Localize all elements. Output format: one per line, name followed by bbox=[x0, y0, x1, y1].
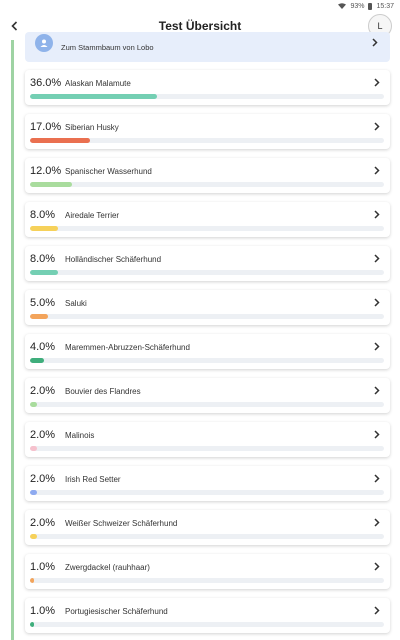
breed-name: Holländischer Schäferhund bbox=[65, 255, 162, 264]
stammbaum-label: Zum Stammbaum von Lobo bbox=[61, 42, 154, 52]
chevron-right-icon bbox=[373, 253, 381, 263]
breed-progress-fill bbox=[30, 314, 48, 319]
page-title: Test Übersicht bbox=[158, 19, 242, 33]
breed-progress-track bbox=[30, 622, 384, 627]
breed-card[interactable]: 36.0% Alaskan Malamute bbox=[25, 70, 390, 105]
breed-progress-fill bbox=[30, 578, 34, 583]
breed-progress-fill bbox=[30, 446, 38, 451]
breed-progress-track bbox=[30, 578, 384, 583]
breed-name: Saluki bbox=[65, 299, 87, 308]
chevron-right-icon bbox=[373, 605, 381, 615]
breed-progress-track bbox=[30, 182, 384, 187]
breed-percent: 17.0% bbox=[30, 121, 62, 133]
chevron-right-icon bbox=[373, 297, 381, 307]
breed-progress-track bbox=[30, 138, 384, 143]
clock: 15:37 bbox=[376, 2, 394, 10]
breed-name: Weißer Schweizer Schäferhund bbox=[65, 519, 178, 528]
breed-percent: 8.0% bbox=[30, 209, 56, 221]
stammbaum-link[interactable]: Zum Stammbaum von Lobo bbox=[25, 32, 390, 62]
chevron-right-icon bbox=[373, 561, 381, 571]
chevron-right-icon bbox=[373, 77, 381, 87]
breed-progress-track bbox=[30, 490, 384, 495]
breed-percent: 2.0% bbox=[30, 473, 56, 485]
breed-percent: 4.0% bbox=[30, 341, 56, 353]
breed-percent: 12.0% bbox=[30, 165, 62, 177]
breed-card[interactable]: 1.0% Portugiesischer Schäferhund bbox=[25, 598, 390, 633]
breed-name: Zwergdackel (rauhhaar) bbox=[65, 563, 150, 572]
timeline-line bbox=[11, 40, 14, 640]
breed-name: Malinois bbox=[65, 431, 95, 440]
breed-percent: 2.0% bbox=[30, 517, 56, 529]
breed-progress-track bbox=[30, 270, 384, 275]
breed-name: Portugiesischer Schäferhund bbox=[65, 607, 168, 616]
breed-card[interactable]: 8.0% Airedale Terrier bbox=[25, 202, 390, 237]
battery-percent: 93% bbox=[350, 2, 365, 10]
breed-progress-fill bbox=[30, 534, 38, 539]
breed-name: Spanischer Wasserhund bbox=[65, 167, 152, 176]
breed-name: Alaskan Malamute bbox=[65, 79, 131, 88]
breed-progress-fill bbox=[30, 490, 38, 495]
breed-progress-track bbox=[30, 534, 384, 539]
chevron-right-icon bbox=[373, 473, 381, 483]
chevron-right-icon bbox=[372, 38, 378, 47]
family-tree-icon bbox=[35, 34, 53, 52]
chevron-right-icon bbox=[373, 121, 381, 131]
breed-progress-fill bbox=[30, 270, 59, 275]
chevron-right-icon bbox=[373, 385, 381, 395]
breed-percent: 36.0% bbox=[30, 77, 62, 89]
breed-progress-track bbox=[30, 94, 384, 99]
breed-percent: 5.0% bbox=[30, 297, 56, 309]
chevron-right-icon bbox=[373, 341, 381, 351]
back-button[interactable] bbox=[8, 20, 20, 32]
chevron-left-icon bbox=[10, 21, 17, 31]
breed-progress-fill bbox=[30, 226, 59, 231]
breed-card[interactable]: 5.0% Saluki bbox=[25, 290, 390, 325]
breed-name: Bouvier des Flandres bbox=[65, 387, 141, 396]
breed-progress-fill bbox=[30, 138, 91, 143]
chevron-right-icon bbox=[373, 165, 381, 175]
chevron-right-icon bbox=[373, 209, 381, 219]
breed-name: Irish Red Setter bbox=[65, 475, 121, 484]
breed-name: Maremmen-Abruzzen-Schäferhund bbox=[65, 343, 190, 352]
breed-progress-track bbox=[30, 446, 384, 451]
battery-icon bbox=[368, 2, 373, 10]
breed-progress-track bbox=[30, 226, 384, 231]
breed-percent: 1.0% bbox=[30, 605, 56, 617]
breed-percent: 2.0% bbox=[30, 385, 56, 397]
breed-card[interactable]: 1.0% Zwergdackel (rauhhaar) bbox=[25, 554, 390, 589]
chevron-right-icon bbox=[373, 429, 381, 439]
breed-card[interactable]: 8.0% Holländischer Schäferhund bbox=[25, 246, 390, 281]
breed-progress-fill bbox=[30, 402, 38, 407]
wifi-icon bbox=[338, 3, 347, 9]
breed-progress-fill bbox=[30, 94, 158, 99]
breed-name: Siberian Husky bbox=[65, 123, 119, 132]
breed-progress-track bbox=[30, 402, 384, 407]
breed-percent: 1.0% bbox=[30, 561, 56, 573]
breed-progress-fill bbox=[30, 622, 34, 627]
breed-percent: 2.0% bbox=[30, 429, 56, 441]
breed-card[interactable]: 2.0% Malinois bbox=[25, 422, 390, 457]
breed-card[interactable]: 12.0% Spanischer Wasserhund bbox=[25, 158, 390, 193]
chevron-right-icon bbox=[373, 517, 381, 527]
breed-progress-fill bbox=[30, 182, 73, 187]
breed-card[interactable]: 17.0% Siberian Husky bbox=[25, 114, 390, 149]
breed-progress-track bbox=[30, 358, 384, 363]
breed-card[interactable]: 4.0% Maremmen-Abruzzen-Schäferhund bbox=[25, 334, 390, 369]
status-bar: 93% 15:37 bbox=[0, 0, 400, 12]
breed-name: Airedale Terrier bbox=[65, 211, 120, 220]
breed-card[interactable]: 2.0% Weißer Schweizer Schäferhund bbox=[25, 510, 390, 545]
breed-progress-fill bbox=[30, 358, 45, 363]
breed-card[interactable]: 2.0% Bouvier des Flandres bbox=[25, 378, 390, 413]
breed-card[interactable]: 2.0% Irish Red Setter bbox=[25, 466, 390, 501]
breed-progress-track bbox=[30, 314, 384, 319]
breed-percent: 8.0% bbox=[30, 253, 56, 265]
